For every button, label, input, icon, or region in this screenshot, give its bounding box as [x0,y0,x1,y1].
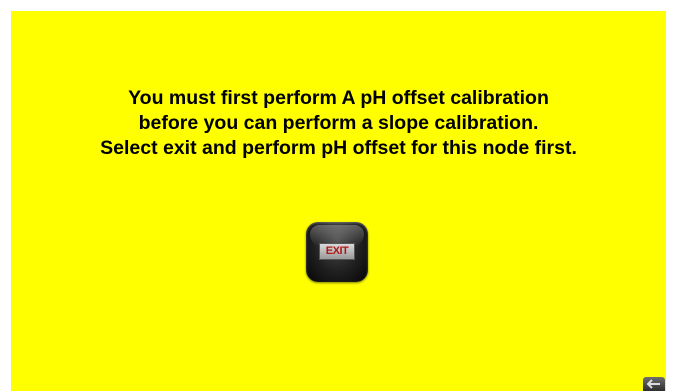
message-line-1: You must first perform A pH offset calib… [128,87,549,109]
alert-panel: You must first perform A pH offset calib… [11,11,666,391]
exit-button-label: EXIT [319,243,355,260]
screen: You must first perform A pH offset calib… [0,0,673,391]
message-line-3: Select exit and perform pH offset for th… [100,137,577,159]
exit-button[interactable]: EXIT [306,222,368,282]
alert-message: You must first perform A pH offset calib… [11,86,666,161]
back-arrow-icon[interactable] [643,377,665,391]
message-line-2: before you can perform a slope calibrati… [138,112,539,134]
